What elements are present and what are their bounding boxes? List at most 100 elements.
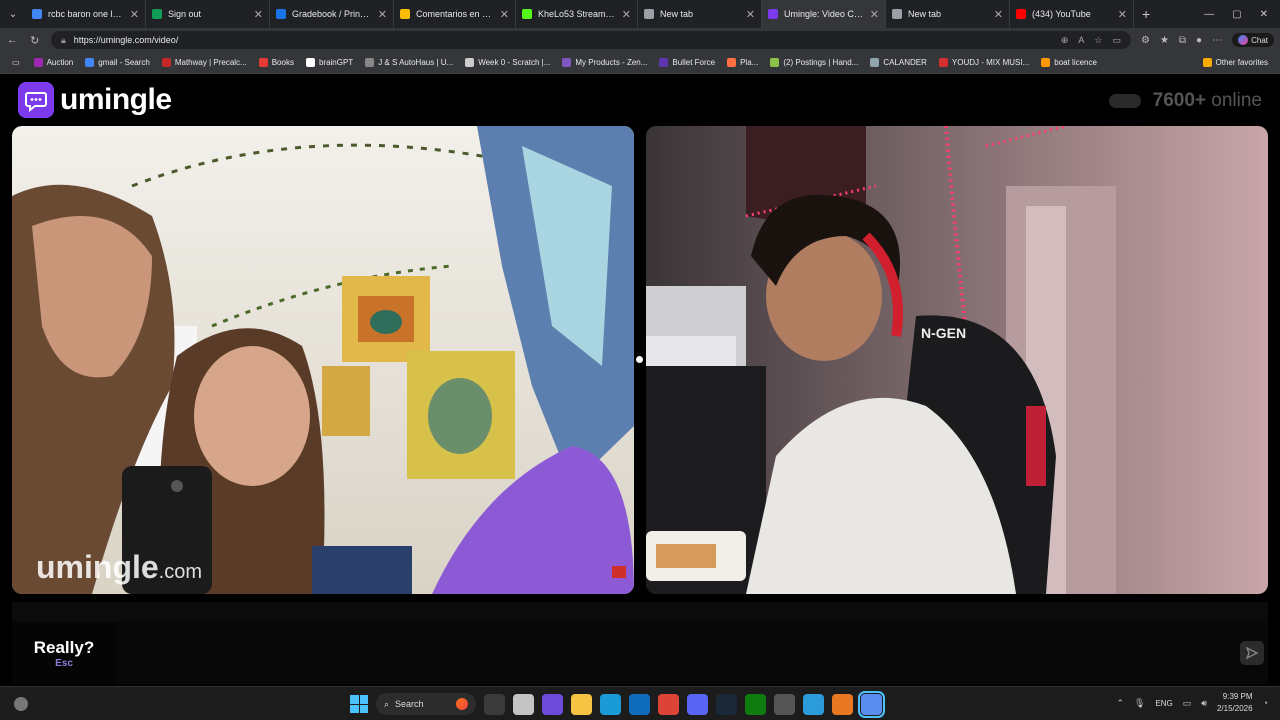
bookmark-item[interactable]: Bullet Force <box>653 58 721 67</box>
tab-title: Umingle: Video Chat <box>784 9 864 19</box>
bookmarks-menu-icon[interactable]: ▭ <box>6 58 26 67</box>
volume-icon[interactable]: 🔊︎ <box>1201 698 1207 709</box>
new-tab-button[interactable]: + <box>1134 6 1158 22</box>
back-button[interactable]: ← <box>6 34 18 46</box>
widgets-icon[interactable] <box>14 697 28 711</box>
profile-avatar[interactable]: ● <box>1196 35 1202 46</box>
taskbar-search[interactable]: ⌕ Search <box>376 693 476 715</box>
xbox-icon[interactable] <box>745 693 766 715</box>
extensions-icon[interactable]: ⚙ <box>1141 35 1150 46</box>
read-aloud-icon[interactable]: A <box>1078 35 1084 46</box>
stranger-video: umingle.com <box>12 126 634 594</box>
bookmark-favicon-icon <box>770 58 780 67</box>
chevron-up-icon[interactable]: ⌃ <box>1116 698 1124 709</box>
browser-tab[interactable]: Gradebook / Principles ✕ <box>270 0 394 28</box>
chat-message-input[interactable] <box>116 622 1240 684</box>
tab-close-icon[interactable]: ✕ <box>746 8 755 21</box>
notification-icon[interactable]: ◔ <box>1263 698 1268 708</box>
display-icon[interactable]: ▭ <box>1183 698 1192 709</box>
tab-title: KheLo53 Stream - Watch <box>538 9 616 19</box>
reload-button[interactable]: ↻ <box>28 34 40 47</box>
steam-icon[interactable] <box>716 693 737 715</box>
matlab-icon[interactable] <box>832 693 853 715</box>
microphone-icon[interactable]: 🎙︎ <box>1134 698 1145 709</box>
start-button[interactable] <box>350 695 368 713</box>
store-icon[interactable] <box>513 693 534 715</box>
maximize-button[interactable]: ▢ <box>1232 9 1241 20</box>
close-window-button[interactable]: ✕ <box>1260 9 1268 20</box>
bookmark-label: Auction <box>46 58 74 67</box>
bookmark-item[interactable]: gmail - Search <box>79 58 156 67</box>
notepad-icon[interactable] <box>803 693 824 715</box>
tab-title: New tab <box>660 9 694 19</box>
language-indicator[interactable]: ENG <box>1155 699 1172 708</box>
bookmark-item[interactable]: J & S AutoHaus | U... <box>359 58 459 67</box>
minimize-button[interactable]: — <box>1204 9 1214 20</box>
bookmark-item[interactable]: Pla... <box>721 58 764 67</box>
online-label: online <box>1211 90 1262 111</box>
browser-tab[interactable]: New tab ✕ <box>886 0 1010 28</box>
more-menu-icon[interactable]: ⋯ <box>1212 35 1222 46</box>
browser-tab[interactable]: rcbc baron one login ✕ <box>26 0 146 28</box>
umingle-logo[interactable]: umingle <box>18 82 172 118</box>
outlook-icon[interactable] <box>629 693 650 715</box>
downloads-icon[interactable]: ⧉ <box>1179 35 1186 46</box>
online-count: 7600+ <box>1152 90 1206 111</box>
mode-toggle[interactable] <box>1108 94 1141 108</box>
browser-tab[interactable]: Comentarios en español ✕ <box>394 0 516 28</box>
browser-tab[interactable]: Sign out ✕ <box>146 0 270 28</box>
favorite-star-icon[interactable]: ☆ <box>1094 35 1102 46</box>
tab-close-icon[interactable]: ✕ <box>378 8 387 21</box>
task-view-icon[interactable] <box>484 693 505 715</box>
collections-icon[interactable]: ★ <box>1160 35 1169 46</box>
video-split-handle[interactable] <box>636 356 643 363</box>
chrome-icon[interactable] <box>658 693 679 715</box>
tab-close-icon[interactable]: ✕ <box>1118 8 1127 21</box>
zoom-icon[interactable]: ⊕ <box>1061 35 1069 46</box>
bookmark-item[interactable]: Books <box>253 58 300 67</box>
online-indicator: 7600+ online <box>1108 90 1262 112</box>
bookmark-favicon-icon <box>1041 58 1051 67</box>
send-button[interactable] <box>1240 641 1264 665</box>
tab-close-icon[interactable]: ✕ <box>254 8 263 21</box>
tab-close-icon[interactable]: ✕ <box>500 8 509 21</box>
bookmark-label: Pla... <box>740 58 759 67</box>
bookmark-item[interactable]: My Products - Zen... <box>556 58 653 67</box>
bookmark-item[interactable]: boat licence <box>1035 58 1103 67</box>
tab-close-icon[interactable]: ✕ <box>994 8 1003 21</box>
copilot-app-icon[interactable] <box>542 693 563 715</box>
active-app-icon[interactable] <box>858 690 885 718</box>
bookmark-item[interactable]: brainGPT <box>300 58 359 67</box>
bookmark-item[interactable]: Auction <box>28 58 80 67</box>
browser-toolbar: ← ↻ 🔒︎ https://umingle.com/video/ ⊕ A ☆ … <box>0 28 1280 52</box>
tab-actions-menu-button[interactable]: ⌄ <box>0 0 26 28</box>
browser-tab[interactable]: Umingle: Video Chat ✕ <box>762 0 886 28</box>
discord-icon[interactable] <box>687 693 708 715</box>
chat-bar: Really? Esc <box>12 622 1268 684</box>
bookmark-item[interactable]: CALANDER <box>864 58 933 67</box>
tab-title: rcbc baron one login <box>48 9 124 19</box>
settings-icon[interactable] <box>774 693 795 715</box>
split-screen-icon[interactable]: ▭ <box>1112 35 1121 46</box>
bookmark-item[interactable]: YOUDJ - MIX MUSI... <box>933 58 1035 67</box>
bookmark-item[interactable]: (2) Postings | Hand... <box>764 58 864 67</box>
browser-tab[interactable]: KheLo53 Stream - Watch ✕ <box>516 0 638 28</box>
address-bar[interactable]: 🔒︎ https://umingle.com/video/ ⊕ A ☆ ▭ <box>50 31 1131 49</box>
file-explorer-icon[interactable] <box>571 693 592 715</box>
clock[interactable]: 9:39 PM 2/15/2026 <box>1217 691 1253 715</box>
tab-close-icon[interactable]: ✕ <box>622 8 631 21</box>
skip-confirm-button[interactable]: Really? Esc <box>12 622 116 684</box>
browser-tab[interactable]: (434) YouTube ✕ <box>1010 0 1134 28</box>
edge-icon[interactable] <box>600 693 621 715</box>
tab-close-icon[interactable]: ✕ <box>870 8 879 21</box>
bookmark-item[interactable]: Week 0 - Scratch |... <box>459 58 556 67</box>
copilot-chat-button[interactable]: Chat <box>1232 33 1274 47</box>
url-text[interactable]: https://umingle.com/video/ <box>74 35 1053 45</box>
browser-tab[interactable]: New tab ✕ <box>638 0 762 28</box>
bookmark-item[interactable]: Mathway | Precalc... <box>156 58 253 67</box>
tab-close-icon[interactable]: ✕ <box>130 8 139 21</box>
copilot-chat-label: Chat <box>1251 35 1268 45</box>
other-favorites-folder[interactable]: Other favorites <box>1197 58 1274 67</box>
taskbar-search-label: Search <box>395 699 424 709</box>
bookmark-favicon-icon <box>562 58 572 67</box>
